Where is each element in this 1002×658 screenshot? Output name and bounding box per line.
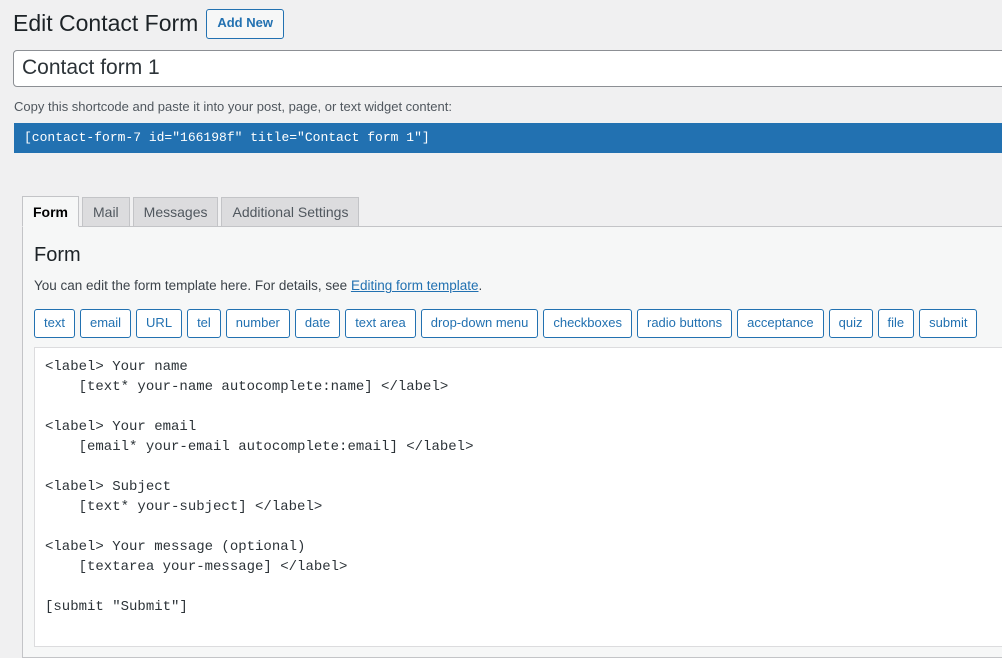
tag-button-radio-buttons[interactable]: radio buttons [637,309,732,339]
tag-button-acceptance[interactable]: acceptance [737,309,824,339]
page-header: Edit Contact Form Add New [0,0,1002,39]
form-panel: Form You can edit the form template here… [22,226,1002,658]
tag-button-quiz[interactable]: quiz [829,309,873,339]
panel-heading: Form [33,241,1002,269]
tag-button-email[interactable]: email [80,309,131,339]
tag-button-file[interactable]: file [878,309,915,339]
tab-messages[interactable]: Messages [133,197,219,226]
shortcode-description: Copy this shortcode and paste it into yo… [14,97,1002,117]
tag-button-text-area[interactable]: text area [345,309,416,339]
tag-generator-buttons: text email URL tel number date text area… [34,309,1002,339]
form-title-input[interactable] [13,50,1002,87]
tag-button-number[interactable]: number [226,309,290,339]
panel-description-period: . [479,278,483,293]
tab-mail[interactable]: Mail [82,197,130,226]
page-title: Edit Contact Form [13,9,206,39]
shortcode-input[interactable] [14,123,1002,153]
panel-description: You can edit the form template here. For… [34,276,1002,296]
form-template-textarea[interactable]: <label> Your name [text* your-name autoc… [34,347,1002,647]
tab-additional-settings[interactable]: Additional Settings [221,197,359,226]
tag-button-tel[interactable]: tel [187,309,221,339]
tag-button-checkboxes[interactable]: checkboxes [543,309,632,339]
editor-tabs: Form Mail Messages Additional Settings [22,195,1002,226]
tag-button-submit[interactable]: submit [919,309,977,339]
editing-form-template-link[interactable]: Editing form template [351,278,479,293]
shortcode-section: Copy this shortcode and paste it into yo… [0,87,1002,154]
title-field-wrapper [0,39,1002,87]
tag-button-text[interactable]: text [34,309,75,339]
panel-description-text: You can edit the form template here. For… [34,278,351,293]
tag-button-date[interactable]: date [295,309,340,339]
add-new-button[interactable]: Add New [206,9,284,39]
tag-button-drop-down-menu[interactable]: drop-down menu [421,309,539,339]
tag-button-url[interactable]: URL [136,309,182,339]
tab-form[interactable]: Form [22,196,79,227]
